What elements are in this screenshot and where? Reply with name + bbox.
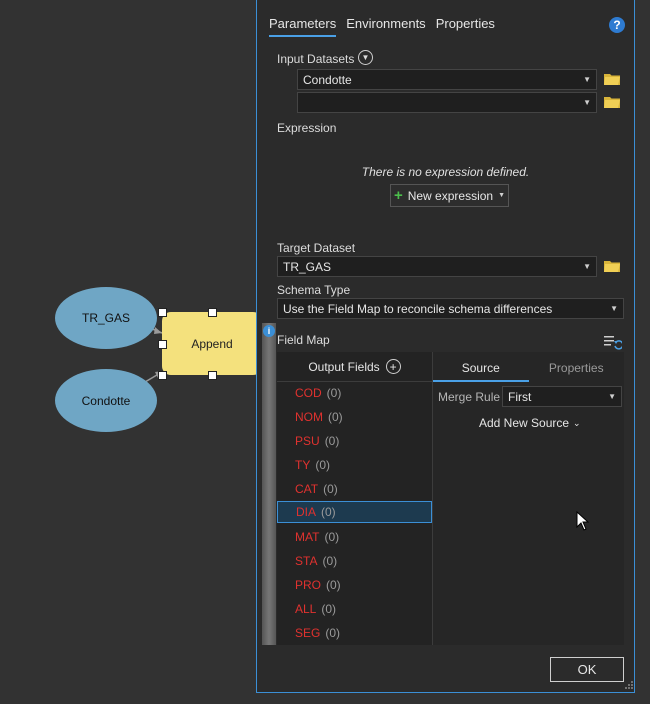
add-field-icon[interactable]: + xyxy=(385,359,401,374)
select-value: TR_GAS xyxy=(283,259,332,274)
field-map-label: Field Map xyxy=(277,333,330,347)
chevron-down-icon: ▼ xyxy=(498,192,506,199)
tab-field-properties[interactable]: Properties xyxy=(529,352,625,382)
select-value: Use the Field Map to reconcile schema di… xyxy=(283,301,553,316)
output-fields-header: Output Fields + xyxy=(277,352,432,382)
field-name: ALL xyxy=(295,602,317,616)
merge-rule-select[interactable]: First ▼ xyxy=(502,386,622,407)
geoprocessing-dialog: Parameters Environments Properties ? Inp… xyxy=(256,0,635,693)
field-count: (0) xyxy=(321,505,336,519)
selection-handle[interactable] xyxy=(158,371,167,380)
target-dataset-label: Target Dataset xyxy=(277,241,356,255)
field-row[interactable]: PSU (0) xyxy=(277,430,432,452)
selection-handle[interactable] xyxy=(158,340,167,349)
help-icon[interactable]: ? xyxy=(609,17,625,33)
field-count: (0) xyxy=(325,626,341,640)
select-value: First xyxy=(508,389,532,404)
field-row[interactable]: PRO (0) xyxy=(277,574,432,596)
input-dataset-select-1[interactable]: Condotte ▼ xyxy=(297,69,597,90)
no-expression-text: There is no expression defined. xyxy=(361,165,530,179)
mouse-cursor-icon xyxy=(576,511,590,531)
tab-properties[interactable]: Properties xyxy=(436,14,495,37)
field-name: NOM xyxy=(295,410,323,424)
tool-label: Append xyxy=(191,336,233,351)
tool-append[interactable]: Append xyxy=(162,312,262,375)
chevron-down-icon: ▼ xyxy=(608,392,616,401)
field-row[interactable]: COD (0) xyxy=(277,382,432,404)
field-name: MAT xyxy=(295,530,320,544)
add-new-source-button[interactable]: Add New Source ⌄ xyxy=(479,416,581,430)
field-count: (0) xyxy=(324,434,340,448)
field-row[interactable]: CAT (0) xyxy=(277,478,432,500)
chevron-down-icon: ▼ xyxy=(583,98,591,107)
select-value: Condotte xyxy=(303,72,352,87)
new-expression-button[interactable]: + New expression ▼ xyxy=(390,184,509,207)
field-row-selected[interactable]: DIA (0) xyxy=(277,501,432,523)
node-label: TR_GAS xyxy=(81,311,130,325)
node-condotte[interactable]: Condotte xyxy=(55,369,157,432)
node-label: Condotte xyxy=(81,393,131,408)
input-datasets-label: Input Datasets xyxy=(277,52,355,66)
field-count: (0) xyxy=(323,482,338,496)
field-count: (0) xyxy=(328,410,343,424)
target-dataset-select[interactable]: TR_GAS ▼ xyxy=(277,256,597,277)
field-count: (0) xyxy=(326,386,342,400)
field-name: PRO xyxy=(295,578,322,592)
chevron-down-icon: ⌄ xyxy=(573,417,581,428)
field-name: PSU xyxy=(295,434,320,448)
field-count: (0) xyxy=(326,578,341,592)
schema-type-select[interactable]: Use the Field Map to reconcile schema di… xyxy=(277,298,624,319)
field-row[interactable]: TY (0) xyxy=(277,454,432,476)
info-icon[interactable]: i xyxy=(263,325,275,337)
model-canvas[interactable]: TR_GAS Condotte Append xyxy=(0,0,262,704)
field-row[interactable]: STA (0) xyxy=(277,550,432,572)
field-row[interactable]: ALL (0) xyxy=(277,598,432,620)
field-name: COD xyxy=(295,386,322,400)
ok-button[interactable]: OK xyxy=(550,657,624,682)
field-name: STA xyxy=(295,554,318,568)
chevron-down-icon: ▼ xyxy=(583,75,591,84)
new-expression-label: New expression xyxy=(407,188,494,203)
expression-label: Expression xyxy=(277,121,337,135)
resize-grip-icon[interactable] xyxy=(624,680,634,690)
field-name: SEG xyxy=(295,626,321,640)
field-row[interactable]: NOM (0) xyxy=(277,406,432,428)
dialog-tabs: Parameters Environments Properties xyxy=(269,14,495,37)
field-row[interactable]: SEG (0) xyxy=(277,622,432,644)
folder-icon[interactable] xyxy=(604,96,620,108)
field-count: (0) xyxy=(322,554,338,568)
selection-handle[interactable] xyxy=(208,371,217,380)
source-panel: Source Properties Merge Rule First ▼ Add… xyxy=(433,352,624,645)
output-fields-list: Output Fields + COD (0) NOM (0) PSU (0) … xyxy=(277,352,433,645)
tab-parameters[interactable]: Parameters xyxy=(269,14,337,37)
plus-icon: + xyxy=(393,186,403,204)
chevron-down-icon[interactable]: ▼ xyxy=(358,50,373,65)
field-map-side-bar xyxy=(262,323,276,645)
field-count: (0) xyxy=(315,458,331,472)
field-row[interactable]: MAT (0) xyxy=(277,526,432,548)
field-count: (0) xyxy=(321,602,337,616)
tab-source[interactable]: Source xyxy=(433,352,529,382)
reset-field-map-icon[interactable] xyxy=(604,335,622,351)
field-count: (0) xyxy=(324,530,340,544)
field-name: TY xyxy=(295,458,311,472)
chevron-down-icon: ▼ xyxy=(610,304,618,313)
folder-icon[interactable] xyxy=(604,260,620,272)
selection-handle[interactable] xyxy=(158,308,167,317)
merge-rule-label: Merge Rule xyxy=(438,390,501,404)
node-tr-gas[interactable]: TR_GAS xyxy=(55,287,157,349)
field-name: CAT xyxy=(295,482,319,496)
tab-environments[interactable]: Environments xyxy=(346,14,425,37)
selection-handle[interactable] xyxy=(208,308,217,317)
source-tabs: Source Properties xyxy=(433,352,624,382)
input-dataset-select-2[interactable]: ▼ xyxy=(297,92,597,113)
field-map-panel: Output Fields + COD (0) NOM (0) PSU (0) … xyxy=(277,352,624,645)
chevron-down-icon: ▼ xyxy=(583,262,591,271)
output-fields-title: Output Fields xyxy=(308,359,380,374)
folder-icon[interactable] xyxy=(604,73,620,85)
schema-type-label: Schema Type xyxy=(277,283,351,297)
add-new-source-label: Add New Source xyxy=(479,416,570,430)
field-name: DIA xyxy=(296,505,317,519)
